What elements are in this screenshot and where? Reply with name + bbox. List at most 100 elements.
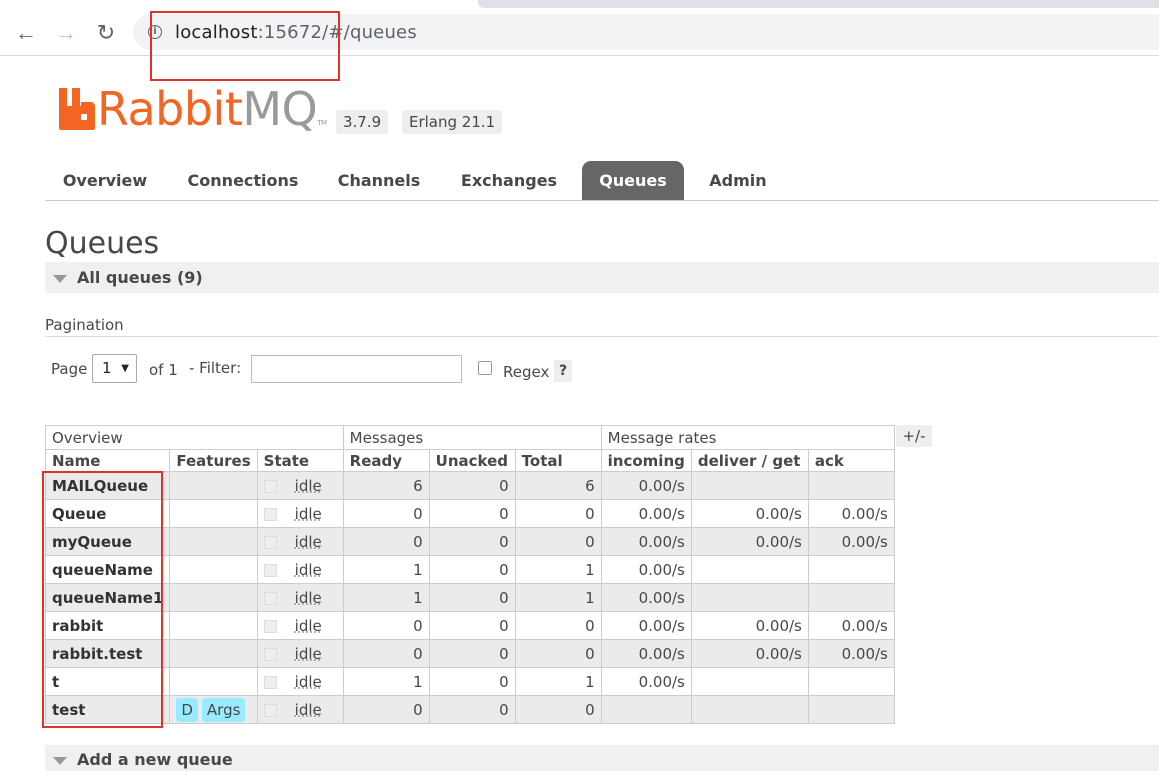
logo-mq-text: MQ [242,82,318,136]
deliver-get-rate: 0.00/s [690,639,809,668]
total-count: 1 [514,555,602,584]
col-ack[interactable]: ack [807,449,895,472]
unacked-count: 0 [428,667,516,696]
page-select[interactable]: 1 ▼ [92,354,137,383]
deliver-get-rate: 0.00/s [690,499,809,528]
table-group-header: Overview Messages Message rates [45,425,895,450]
table-row: rabbit idle 0 0 0 0.00/s 0.00/s 0.00/s [44,611,895,640]
group-header-messages: Messages [342,425,602,450]
regex-checkbox[interactable] [478,361,492,375]
col-name[interactable]: Name [44,449,171,472]
tab-overview[interactable]: Overview [45,161,165,200]
pagination-divider [45,336,1159,337]
regex-help-button[interactable]: ? [554,360,572,382]
filter-label: - Filter: [189,359,242,377]
state-text: idle [294,588,322,607]
filter-input[interactable] [251,355,462,383]
queue-state: idle [256,667,344,696]
queue-features [169,527,258,556]
tab-exchanges[interactable]: Exchanges [445,161,573,200]
queue-state: idle [256,583,344,612]
browser-tab[interactable] [478,0,1159,8]
annotation-box-url [150,11,340,81]
total-count: 1 [514,583,602,612]
state-text: idle [294,560,322,579]
table-row: queueName1 idle 1 0 1 0.00/s [44,583,895,612]
incoming-rate: 0.00/s [600,471,692,500]
queue-state: idle [256,527,344,556]
ack-rate: 0.00/s [807,639,895,668]
table-row: MAILQueue idle 6 0 6 0.00/s [44,471,895,500]
state-indicator-icon [263,647,277,661]
ready-count: 0 [342,611,430,640]
browser-tabstrip [0,0,1159,10]
deliver-get-rate [690,583,809,612]
unacked-count: 0 [428,639,516,668]
col-incoming[interactable]: incoming [600,449,692,472]
erlang-badge: Erlang 21.1 [402,110,503,134]
group-header-overview: Overview [45,425,344,450]
table-row: queueName idle 1 0 1 0.00/s [44,555,895,584]
col-unacked[interactable]: Unacked [428,449,516,472]
total-count: 0 [514,695,602,724]
state-indicator-icon [263,619,277,633]
version-badge: 3.7.9 [336,110,389,134]
ack-rate [807,555,895,584]
group-header-message-rates: Message rates [600,425,895,450]
col-state[interactable]: State [256,449,344,472]
state-indicator-icon [263,591,277,605]
incoming-rate: 0.00/s [600,499,692,528]
page-label: Page [51,360,88,378]
all-queues-label: All queues (9) [77,268,203,287]
incoming-rate: 0.00/s [600,639,692,668]
col-total[interactable]: Total [514,449,602,472]
state-text: idle [294,672,322,691]
page-count-label: of 1 [149,361,178,379]
tab-connections[interactable]: Connections [173,161,313,200]
queue-features: D Args [169,695,258,724]
ack-rate: 0.00/s [807,527,895,556]
ack-rate [807,667,895,696]
col-deliver-get[interactable]: deliver / get [690,449,809,472]
unacked-count: 0 [428,471,516,500]
total-count: 0 [514,527,602,556]
queue-state: idle [256,555,344,584]
total-count: 0 [514,499,602,528]
state-text: idle [294,532,322,551]
page-title: Queues [45,226,160,261]
rabbitmq-wordmark: RabbitMQTM [97,82,327,136]
logo-trademark: TM [317,119,327,127]
incoming-rate [600,695,692,724]
col-ready[interactable]: Ready [342,449,430,472]
state-text: idle [294,700,322,719]
state-text: idle [294,476,322,495]
total-count: 1 [514,667,602,696]
tab-queues[interactable]: Queues [582,161,684,200]
state-indicator-icon [263,507,277,521]
tab-admin[interactable]: Admin [693,161,783,200]
logo-rabbit-text: Rabbit [97,82,243,136]
state-indicator-icon [263,563,277,577]
reload-icon[interactable]: ↻ [92,19,120,47]
tab-channels[interactable]: Channels [321,161,437,200]
total-count: 0 [514,611,602,640]
table-row: Queue idle 0 0 0 0.00/s 0.00/s 0.00/s [44,499,895,528]
ready-count: 1 [342,667,430,696]
incoming-rate: 0.00/s [600,583,692,612]
add-queue-toggle[interactable]: Add a new queue [45,745,1159,771]
column-options-button[interactable]: +/- [896,425,932,447]
queue-features [169,499,258,528]
forward-icon[interactable]: → [52,19,80,47]
back-icon[interactable]: ← [12,19,40,47]
all-queues-toggle[interactable]: All queues (9) [45,262,1159,293]
feature-badge: D [176,697,198,722]
queue-state: idle [256,499,344,528]
deliver-get-rate [690,471,809,500]
regex-label: Regex [503,363,550,381]
page-select-value: 1 [102,359,112,377]
queue-features [169,611,258,640]
ready-count: 6 [342,471,430,500]
deliver-get-rate: 0.00/s [690,611,809,640]
incoming-rate: 0.00/s [600,611,692,640]
unacked-count: 0 [428,695,516,724]
